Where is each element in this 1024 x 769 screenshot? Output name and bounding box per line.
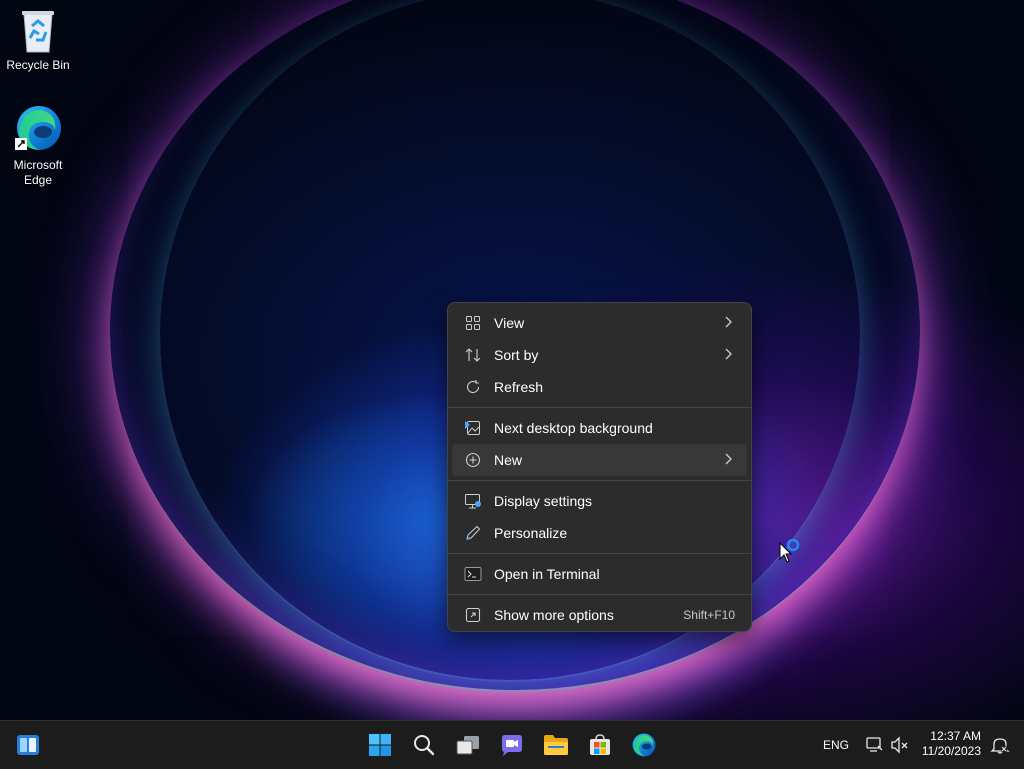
- menu-separator: [448, 480, 751, 481]
- menu-item-display-settings[interactable]: Display settings: [452, 485, 747, 517]
- keyboard-shortcut: Shift+F10: [683, 608, 735, 622]
- menu-item-label: New: [494, 452, 523, 468]
- edge-icon: [632, 733, 656, 757]
- desktop-icon-recycle-bin[interactable]: Recycle Bin: [0, 8, 76, 73]
- edge-taskbar-button[interactable]: [628, 729, 660, 761]
- desktop-icon-label: Recycle Bin: [6, 58, 70, 72]
- desktop-icon-edge[interactable]: Microsoft Edge: [0, 104, 76, 188]
- sort-icon: [464, 346, 482, 364]
- notifications-button[interactable]: [984, 729, 1016, 761]
- plus-circle-icon: [464, 451, 482, 469]
- terminal-icon: [464, 565, 482, 583]
- menu-item-sort-by[interactable]: Sort by: [452, 339, 747, 371]
- menu-item-next-desktop-background[interactable]: Next desktop background: [452, 412, 747, 444]
- notification-bell-icon: [990, 738, 1010, 754]
- file-explorer-button[interactable]: [540, 729, 572, 761]
- display-icon: [464, 492, 482, 510]
- store-icon: [590, 734, 610, 755]
- menu-separator: [448, 553, 751, 554]
- menu-separator: [448, 407, 751, 408]
- menu-item-label: Sort by: [494, 347, 539, 363]
- clock-time: 12:37 AM: [930, 729, 981, 743]
- search-icon: [414, 735, 435, 756]
- desktop-icon-label-line1: Microsoft: [13, 158, 63, 172]
- chevron-right-icon: [723, 452, 733, 469]
- menu-item-new[interactable]: New: [452, 444, 747, 476]
- clock-date: 11/20/2023: [921, 744, 981, 758]
- busy-cursor-icon: [779, 538, 800, 563]
- volume-muted-icon: [891, 736, 908, 754]
- task-view-icon: [456, 736, 479, 755]
- chat-button[interactable]: [496, 729, 528, 761]
- menu-item-label: Open in Terminal: [494, 566, 600, 582]
- chevron-right-icon: [723, 347, 733, 364]
- menu-item-label: Show more options: [494, 607, 614, 623]
- refresh-icon: [464, 378, 482, 396]
- microsoft-store-button[interactable]: [584, 729, 616, 761]
- desktop-icon-label-line2: Edge: [23, 173, 53, 187]
- menu-item-label: Refresh: [494, 379, 544, 395]
- chat-icon: [502, 735, 522, 756]
- task-view-button[interactable]: [452, 729, 484, 761]
- widgets-button[interactable]: [12, 729, 44, 761]
- chevron-right-icon: [723, 315, 733, 332]
- search-button[interactable]: [408, 729, 440, 761]
- taskbar: ENG 12:37 AM 11/20/2023: [0, 720, 1024, 769]
- network-icon: [866, 737, 883, 752]
- recycle-bin-icon: [22, 11, 54, 53]
- start-icon: [369, 734, 391, 756]
- edge-icon: [15, 106, 61, 150]
- menu-item-label: Personalize: [494, 525, 568, 541]
- menu-item-view[interactable]: View: [452, 307, 747, 339]
- more-options-icon: [464, 606, 482, 624]
- widgets-icon: [17, 735, 39, 755]
- desktop-context-menu: View Sort by Refresh Next desktop backgr…: [447, 302, 752, 632]
- file-explorer-icon: [544, 735, 568, 755]
- grid-icon: [464, 314, 482, 332]
- start-button[interactable]: [364, 729, 396, 761]
- menu-item-open-in-terminal[interactable]: Open in Terminal: [452, 558, 747, 590]
- menu-item-personalize[interactable]: Personalize: [452, 517, 747, 549]
- menu-separator: [448, 594, 751, 595]
- system-clock[interactable]: 12:37 AM 11/20/2023: [922, 729, 981, 759]
- menu-item-show-more-options[interactable]: Show more options Shift+F10: [452, 599, 747, 631]
- volume-button[interactable]: [884, 729, 916, 761]
- menu-item-label: Display settings: [494, 493, 593, 509]
- pen-icon: [464, 524, 482, 542]
- image-next-icon: [464, 419, 482, 437]
- language-indicator[interactable]: ENG: [823, 738, 849, 752]
- menu-item-refresh[interactable]: Refresh: [452, 371, 747, 403]
- menu-item-label: Next desktop background: [494, 420, 653, 436]
- menu-item-label: View: [494, 315, 525, 331]
